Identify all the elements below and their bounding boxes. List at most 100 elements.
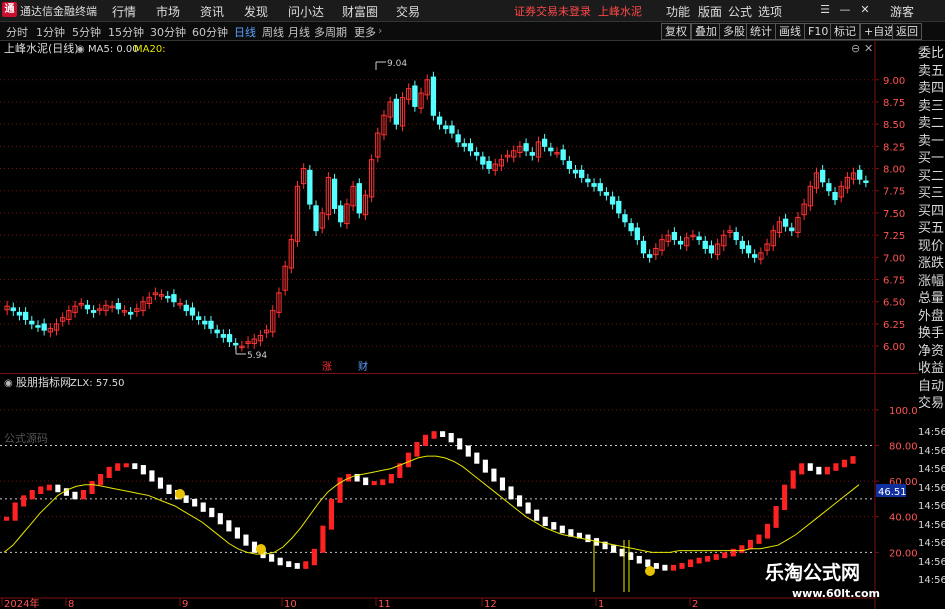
candle-body — [84, 304, 91, 310]
indicator-bar — [29, 490, 35, 500]
indicator-bar — [286, 561, 292, 568]
indicator-bar — [841, 459, 848, 468]
candlestick-chart[interactable]: 9.00 8.75 8.50 8.25 8.00 7.75 7.50 7.25 7.00 6.75… — [0, 40, 918, 374]
indicator-bar — [115, 463, 121, 471]
period-multi[interactable]: 多周期 — [314, 24, 347, 40]
event-zhang[interactable]: 涨 — [322, 361, 332, 373]
period-fenshi[interactable]: 分时 — [6, 24, 28, 40]
candle-body — [622, 214, 628, 223]
indicator-bar — [807, 463, 813, 471]
indicator-bar — [303, 561, 309, 569]
main-settings-icon[interactable]: ◉ — [76, 44, 85, 55]
btn-biaoji[interactable]: 标记 — [830, 23, 860, 40]
more-chevron-icon[interactable]: › — [378, 24, 382, 37]
indicator-grid — [0, 409, 875, 553]
candle-body — [165, 295, 171, 299]
btn-diejia[interactable]: 叠加 — [691, 23, 721, 40]
quote-row-label[interactable]: 交易 — [918, 394, 945, 414]
indicator-bar — [465, 445, 471, 457]
period-more[interactable]: 更多 — [354, 24, 376, 40]
indicator-bar — [414, 441, 420, 457]
period-weekly[interactable]: 周线 — [262, 24, 284, 40]
candle-body — [449, 125, 455, 134]
menu-icon[interactable]: ☰ — [818, 3, 832, 17]
date-label: 10 — [284, 599, 297, 609]
period-60min[interactable]: 60分钟 — [192, 24, 228, 40]
menu-shichang[interactable]: 市场 — [156, 3, 180, 20]
y-tick-label: 6.25 — [883, 320, 905, 331]
candle-body — [307, 169, 313, 205]
candle-body — [183, 304, 189, 312]
toolbar-banmian[interactable]: 版面 — [698, 3, 722, 20]
period-30min[interactable]: 30分钟 — [150, 24, 186, 40]
candle-body — [591, 183, 597, 187]
candle-body — [41, 323, 47, 331]
indicator-bar — [440, 431, 446, 437]
btn-duogu[interactable]: 多股 — [719, 23, 749, 40]
indicator-bar — [508, 486, 514, 500]
toolbar-gongshi[interactable]: 公式 — [728, 3, 752, 20]
main-close-icon[interactable]: ✕ — [864, 42, 873, 55]
indicator-bar — [756, 534, 762, 544]
candle-body — [579, 169, 585, 178]
indicator-bar — [363, 477, 369, 486]
candle-body — [603, 192, 610, 196]
minimize-icon[interactable]: — — [838, 3, 852, 17]
btn-fanhui[interactable]: 返回 — [892, 23, 922, 40]
btn-fuquan[interactable]: 复权 — [661, 23, 691, 40]
candle-body — [461, 143, 467, 147]
menu-caifuquan[interactable]: 财富圈 — [342, 3, 378, 20]
candle-body — [338, 205, 344, 223]
trade-time: 14:56 — [918, 538, 945, 549]
btn-huaxian[interactable]: 画线 — [775, 23, 805, 40]
period-1min[interactable]: 1分钟 — [36, 24, 65, 40]
candle-body — [29, 320, 35, 325]
guest-user[interactable]: 游客 — [890, 3, 914, 20]
y-tick-label: 6.75 — [883, 276, 905, 287]
indicator-y-axis: 100.080.0060.0040.0020.00 — [875, 406, 918, 559]
btn-tongji[interactable]: 统计 — [746, 23, 776, 40]
low-label: 5.94 — [247, 351, 267, 361]
main-collapse-icon[interactable]: ⊖ — [851, 42, 860, 55]
close-icon[interactable]: ✕ — [858, 3, 872, 17]
indicator-bar — [388, 473, 394, 484]
indicator-bar — [226, 520, 232, 532]
menu-zixun[interactable]: 资讯 — [200, 3, 224, 20]
indicator-bar — [653, 563, 659, 569]
indicator-title: 股朋指标网 — [16, 375, 71, 389]
y-tick-label: 8.25 — [883, 142, 905, 153]
candle-body — [541, 138, 548, 147]
candle-body — [443, 125, 449, 130]
high-label: 9.04 — [387, 59, 407, 69]
btn-f10[interactable]: F10 — [804, 23, 833, 40]
indicator-bar — [799, 463, 805, 475]
trade-time: 14:56 — [918, 519, 945, 531]
period-daily[interactable]: 日线 — [234, 24, 256, 40]
period-monthly[interactable]: 月线 — [288, 24, 310, 40]
candle-body — [585, 178, 591, 183]
ind-y-tick-label: 100.0 — [889, 406, 918, 417]
menu-hangqing[interactable]: 行情 — [112, 3, 136, 20]
candle-body — [782, 218, 789, 227]
event-cai[interactable]: 财 — [358, 360, 368, 373]
indicator-bar — [474, 452, 480, 464]
menu-jiaoyi[interactable]: 交易 — [396, 3, 420, 20]
indicator-bar — [311, 548, 317, 566]
menu-wenxiaoda[interactable]: 问小达 — [288, 3, 324, 20]
ind-settings-icon[interactable]: ◉ — [4, 378, 13, 389]
indicator-bar — [764, 523, 771, 539]
period-5min[interactable]: 5分钟 — [72, 24, 101, 40]
candles-group — [4, 71, 869, 352]
money-bag-icon — [645, 566, 655, 576]
period-15min[interactable]: 15分钟 — [108, 24, 144, 40]
indicator-bar — [294, 563, 300, 569]
indicator-bar — [149, 470, 155, 482]
candle-body — [529, 152, 535, 156]
indicator-bar — [790, 470, 796, 489]
toolbar-xuanxiang[interactable]: 选项 — [758, 3, 782, 20]
indicator-bar — [12, 502, 18, 521]
trade-time: 14:56 — [918, 464, 945, 475]
menu-faxian[interactable]: 发现 — [244, 3, 268, 20]
toolbar-gongneng[interactable]: 功能 — [666, 3, 690, 20]
indicator-bar — [209, 507, 215, 518]
